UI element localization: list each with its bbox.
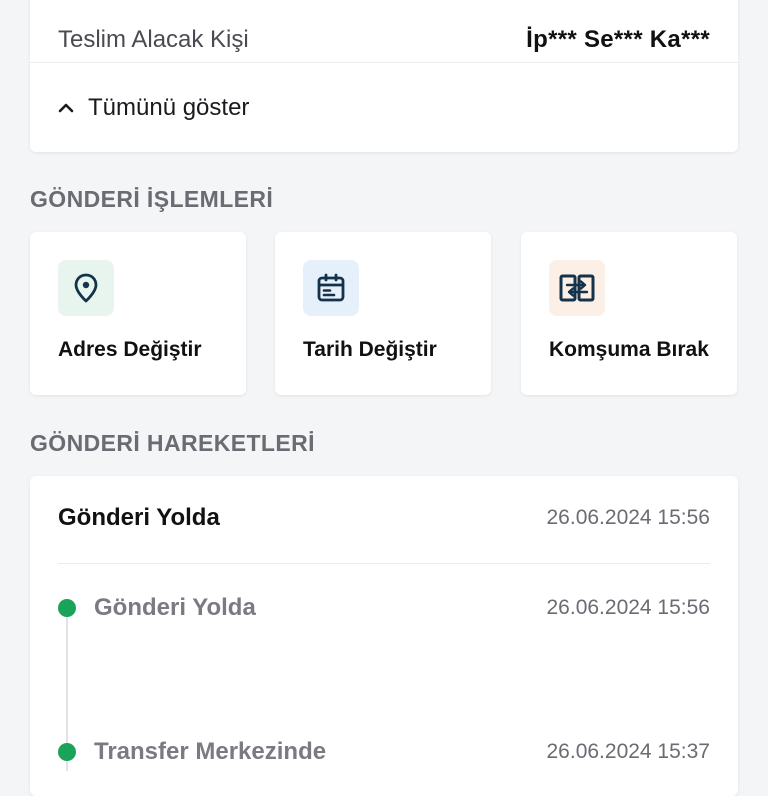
neighbor-transfer-icon [559, 274, 595, 302]
timeline-status: Gönderi Yolda [94, 594, 256, 621]
timeline-date: 26.06.2024 15:37 [546, 740, 711, 763]
leave-with-neighbor-icon-box [549, 260, 605, 316]
timeline-date: 26.06.2024 15:56 [546, 596, 711, 619]
timeline-item: Transfer Merkezinde 26.06.2024 15:37 [58, 734, 710, 770]
recipient-card: Teslim Alacak Kişi İp*** Se*** Ka*** Tüm… [30, 0, 738, 152]
change-address-icon-box [58, 260, 114, 316]
calendar-icon [317, 273, 345, 302]
recipient-value: İp*** Se*** Ka*** [526, 26, 710, 53]
divider [30, 62, 738, 63]
leave-with-neighbor-label: Komşuma Bırak [549, 338, 709, 361]
divider [58, 563, 710, 564]
recipient-label: Teslim Alacak Kişi [58, 26, 249, 53]
show-all-label: Tümünü göster [88, 94, 250, 121]
chevron-up-icon [58, 103, 74, 113]
timeline-status: Transfer Merkezinde [94, 738, 327, 765]
recipient-row: Teslim Alacak Kişi İp*** Se*** Ka*** [58, 10, 710, 70]
timeline-dot [58, 743, 76, 761]
movements-card: Gönderi Yolda 26.06.2024 15:56 Gönderi Y… [30, 476, 738, 796]
change-date-button[interactable]: Tarih Değiştir [275, 232, 491, 395]
current-status-date: 26.06.2024 15:56 [546, 506, 711, 529]
timeline-item: Gönderi Yolda 26.06.2024 15:56 [58, 590, 710, 626]
change-address-button[interactable]: Adres Değiştir [30, 232, 246, 395]
current-status: Gönderi Yolda [58, 504, 220, 531]
change-date-icon-box [303, 260, 359, 316]
current-status-row: Gönderi Yolda 26.06.2024 15:56 [58, 498, 710, 538]
leave-with-neighbor-button[interactable]: Komşuma Bırak [521, 232, 737, 395]
change-date-label: Tarih Değiştir [303, 338, 437, 361]
location-pin-icon [74, 273, 98, 303]
operations-title: GÖNDERİ İŞLEMLERİ [30, 186, 274, 212]
timeline-dot [58, 599, 76, 617]
change-address-label: Adres Değiştir [58, 338, 202, 361]
movements-title: GÖNDERİ HAREKETLERİ [30, 430, 315, 456]
show-all-button[interactable]: Tümünü göster [56, 90, 249, 126]
